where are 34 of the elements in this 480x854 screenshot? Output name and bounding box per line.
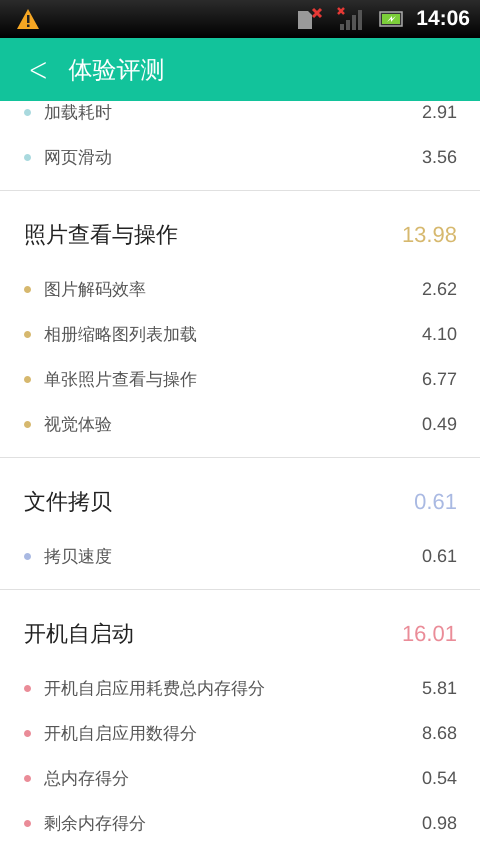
metric-value: 3.56 [422, 147, 457, 168]
status-time: 14:06 [416, 7, 470, 31]
warning-icon [16, 8, 40, 30]
metric-value: 2.91 [422, 102, 457, 123]
metric-value: 6.77 [422, 369, 457, 390]
page-title: 体验评测 [68, 54, 164, 86]
metric-value: 0.98 [422, 813, 457, 834]
metric-value: 8.68 [422, 723, 457, 744]
metric-value: 0.49 [422, 414, 457, 435]
metric-label: 拷贝速度 [44, 546, 113, 568]
metric-label: 加载耗时 [44, 102, 113, 124]
metric-label: 视觉体验 [44, 414, 113, 436]
metric-value: 0.54 [422, 768, 457, 789]
signal-icon [336, 7, 364, 31]
metric-label: 网页滑动 [44, 147, 113, 169]
section-score: 13.98 [402, 222, 457, 248]
metric-value: 5.81 [422, 678, 457, 699]
metric-label: 开机自启应用数得分 [44, 723, 198, 745]
section-score: 16.01 [402, 621, 457, 647]
back-button[interactable]: < [25, 52, 52, 86]
section-score: 0.61 [414, 489, 457, 515]
metric-label: 图片解码效率 [44, 279, 147, 301]
section-title: 文件拷贝 [24, 489, 112, 517]
metric-label: 剩余内存得分 [44, 813, 147, 835]
metric-label: 单张照片查看与操作 [44, 369, 198, 391]
metric-label: 总内存得分 [44, 768, 130, 790]
metric-label: 开机自启应用耗费总内存得分 [44, 678, 266, 700]
metric-value: 4.10 [422, 324, 457, 345]
battery-icon [378, 10, 404, 28]
metric-label: 相册缩略图列表加载 [44, 324, 198, 346]
section-title: 照片查看与操作 [24, 222, 178, 250]
metric-value: 2.62 [422, 279, 457, 300]
metric-value: 0.61 [422, 546, 457, 567]
section-title: 开机自启动 [24, 621, 134, 649]
